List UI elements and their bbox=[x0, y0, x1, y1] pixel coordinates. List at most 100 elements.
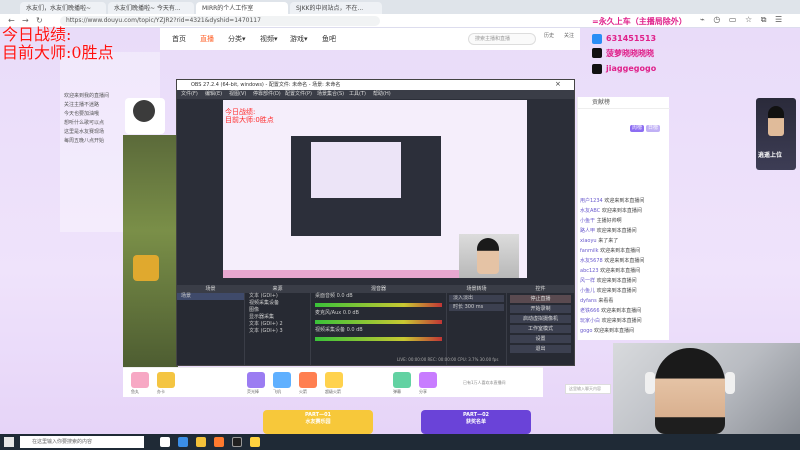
folder-icon[interactable] bbox=[196, 437, 206, 447]
source-item[interactable]: 文本 (GDI+) 3 bbox=[245, 328, 310, 335]
stop-streaming-button[interactable]: 停止直播 bbox=[510, 295, 571, 303]
site-search-input[interactable]: 搜索主播和直播 bbox=[468, 33, 536, 45]
chat-input[interactable]: 这里输入聊天内容 bbox=[565, 384, 611, 394]
back-icon[interactable]: ← bbox=[8, 16, 15, 25]
douyin-icon bbox=[592, 48, 602, 58]
nav-live[interactable]: 直播 bbox=[200, 34, 214, 44]
chat-header: 贡献榜 bbox=[578, 97, 670, 109]
source-item[interactable]: 显示器采集 bbox=[245, 314, 310, 321]
part2-title: PART—02 获奖名单 bbox=[462, 412, 490, 425]
browser-tab[interactable]: SJKK的中间站点，不在... bbox=[290, 2, 382, 14]
source-item[interactable]: 文本 (GDI+) 2 bbox=[245, 321, 310, 328]
transitions-dock: 场景转场 淡入淡出 时长 300 ms bbox=[447, 285, 507, 365]
avatar bbox=[133, 100, 155, 122]
menu-docks[interactable]: 停靠部件(D) bbox=[253, 90, 281, 99]
chat-message: 小鱼干 主播好帅啊 bbox=[580, 218, 622, 224]
douyin-icon bbox=[592, 64, 602, 74]
gift-icon[interactable] bbox=[157, 372, 175, 388]
app-icon[interactable] bbox=[214, 437, 224, 447]
info-line: 关注主播不迷路 bbox=[64, 102, 100, 108]
exit-button[interactable]: 退出 bbox=[510, 345, 571, 353]
nav-yuba[interactable]: 鱼吧 bbox=[322, 34, 336, 44]
gift-icon[interactable] bbox=[325, 372, 343, 388]
virtual-camera-button[interactable]: 启动虚拟摄像机 bbox=[510, 315, 571, 323]
headphone-icon bbox=[645, 372, 655, 394]
controls-dock-title: 控件 bbox=[507, 285, 574, 293]
follow-icon[interactable]: 关注 bbox=[564, 32, 574, 39]
webcam-preview bbox=[459, 234, 519, 278]
menu-help[interactable]: 帮助(H) bbox=[373, 90, 391, 99]
nav-video[interactable]: 视频▾ bbox=[260, 34, 278, 44]
start-icon[interactable] bbox=[4, 437, 14, 447]
info-line: 这里是水友赛现场 bbox=[64, 129, 105, 135]
refresh-icon[interactable]: ↻ bbox=[36, 16, 43, 25]
history-icon[interactable]: 历史 bbox=[544, 32, 554, 39]
chat-message: 水友ABC 欢迎来到本直播间 bbox=[580, 208, 642, 214]
stats-overlay-line1: 今日战绩: bbox=[2, 25, 72, 44]
gift-icon[interactable] bbox=[393, 372, 411, 388]
volume-meter[interactable] bbox=[315, 337, 442, 341]
gift-icon[interactable] bbox=[247, 372, 265, 388]
browser-tab[interactable]: 水友们，水友们晚播啦~ bbox=[20, 2, 106, 14]
menu-file[interactable]: 文件(F) bbox=[181, 90, 198, 99]
sources-dock-title: 来源 bbox=[245, 285, 310, 293]
part1-banner[interactable]: PART—01 水友赛乐园 bbox=[263, 410, 373, 434]
chat-message: 老铁666 欢迎来到本直播间 bbox=[580, 308, 642, 314]
url-field[interactable]: https://www.douyu.com/topic/YZJR2?rid=43… bbox=[60, 16, 380, 26]
menu-view[interactable]: 视图(V) bbox=[229, 90, 246, 99]
settings-button[interactable]: 设置 bbox=[510, 335, 571, 343]
windows-taskbar: 在这里输入你要搜索的内容 bbox=[0, 434, 800, 450]
douyu-icon[interactable] bbox=[250, 437, 260, 447]
gift-icon[interactable] bbox=[131, 372, 149, 388]
chat-message: 玩家小白 欢迎来到本直播间 bbox=[580, 318, 642, 324]
studio-mode-button[interactable]: 工作室模式 bbox=[510, 325, 571, 333]
obs-icon[interactable] bbox=[232, 437, 242, 447]
part2-banner[interactable]: PART—02 获奖名单 bbox=[421, 410, 531, 434]
sources-dock: 来源 文本 (GDI+) 视频采集设备 图像 显示器采集 文本 (GDI+) 2… bbox=[245, 285, 311, 365]
chat-tab[interactable]: 日榜 bbox=[646, 125, 661, 132]
mixer-channel-label: 视频采集设备 0.0 dB bbox=[315, 327, 363, 333]
menu-scene-collection[interactable]: 场景集合(S) bbox=[317, 90, 344, 99]
audio-mixer-dock: 混音器 桌面音频 0.0 dB 麦克风/Aux 0.0 dB 视频采集设备 0.… bbox=[311, 285, 447, 365]
source-item[interactable]: 图像 bbox=[245, 307, 310, 314]
stats-overlay-line2: 目前大师:0胜点 bbox=[2, 43, 114, 62]
obs-preview[interactable]: 今日战绩: 目前大师:0胜点 bbox=[223, 100, 527, 278]
chat-panel: 贡献榜 周榜 日榜 用户1234 欢迎来到本直播间 水友ABC 欢迎来到本直播间… bbox=[577, 97, 670, 340]
nav-home[interactable]: 首页 bbox=[172, 34, 186, 44]
gift-icon[interactable] bbox=[419, 372, 437, 388]
menu-edit[interactable]: 编辑(E) bbox=[205, 90, 222, 99]
edge-icon[interactable] bbox=[178, 437, 188, 447]
nav-game[interactable]: 游戏▾ bbox=[290, 34, 308, 44]
chat-message: 用户1234 欢迎来到本直播间 bbox=[580, 198, 645, 204]
source-item[interactable]: 视频采集设备 bbox=[245, 300, 310, 307]
taskview-icon[interactable] bbox=[160, 437, 170, 447]
info-line: 每周五晚八点开始 bbox=[64, 138, 105, 144]
browser-toolbar-icons[interactable]: ⌁ ◷ ▭ ☆ ⧉ ☰ bbox=[700, 15, 785, 25]
promo-card[interactable]: 逍遥上位 bbox=[756, 98, 796, 170]
menu-profile[interactable]: 配置文件(P) bbox=[285, 90, 312, 99]
forward-icon[interactable]: → bbox=[22, 16, 29, 25]
chat-tab[interactable]: 周榜 bbox=[630, 125, 645, 132]
start-recording-button[interactable]: 开始录制 bbox=[510, 305, 571, 313]
taskbar-search-input[interactable]: 在这里输入你要搜索的内容 bbox=[20, 436, 144, 448]
transition-select[interactable]: 淡入淡出 bbox=[449, 295, 504, 302]
gift-icon[interactable] bbox=[273, 372, 291, 388]
transition-duration[interactable]: 时长 300 ms bbox=[449, 304, 504, 311]
gift-icon[interactable] bbox=[299, 372, 317, 388]
source-item[interactable]: 文本 (GDI+) bbox=[245, 293, 310, 300]
chat-message: 路人甲 欢迎来到本直播间 bbox=[580, 228, 637, 234]
chat-message: gogo 欢迎来到本直播间 bbox=[580, 328, 635, 334]
menu-tools[interactable]: 工具(T) bbox=[349, 90, 366, 99]
volume-meter[interactable] bbox=[315, 320, 442, 324]
browser-tab[interactable]: 水友们晚播啦~ 今天有... bbox=[108, 2, 194, 14]
promo-portrait bbox=[768, 106, 784, 136]
scene-item[interactable]: 场景 bbox=[177, 293, 244, 300]
browser-tab-bar: 水友们，水友们晚播啦~ 水友们晚播啦~ 今天有... MIRR的个人工作室 SJ… bbox=[0, 0, 800, 14]
obs-docks: 场景 场景 来源 文本 (GDI+) 视频采集设备 图像 显示器采集 文本 (G… bbox=[177, 285, 574, 365]
close-icon[interactable]: × bbox=[555, 80, 561, 88]
volume-meter[interactable] bbox=[315, 303, 442, 307]
browser-tab-active[interactable]: MIRR的个人工作室 bbox=[196, 2, 288, 14]
streamer-avatar-card[interactable] bbox=[125, 98, 165, 134]
preview-gift-strip bbox=[223, 270, 459, 278]
nav-category[interactable]: 分类▾ bbox=[228, 34, 246, 44]
